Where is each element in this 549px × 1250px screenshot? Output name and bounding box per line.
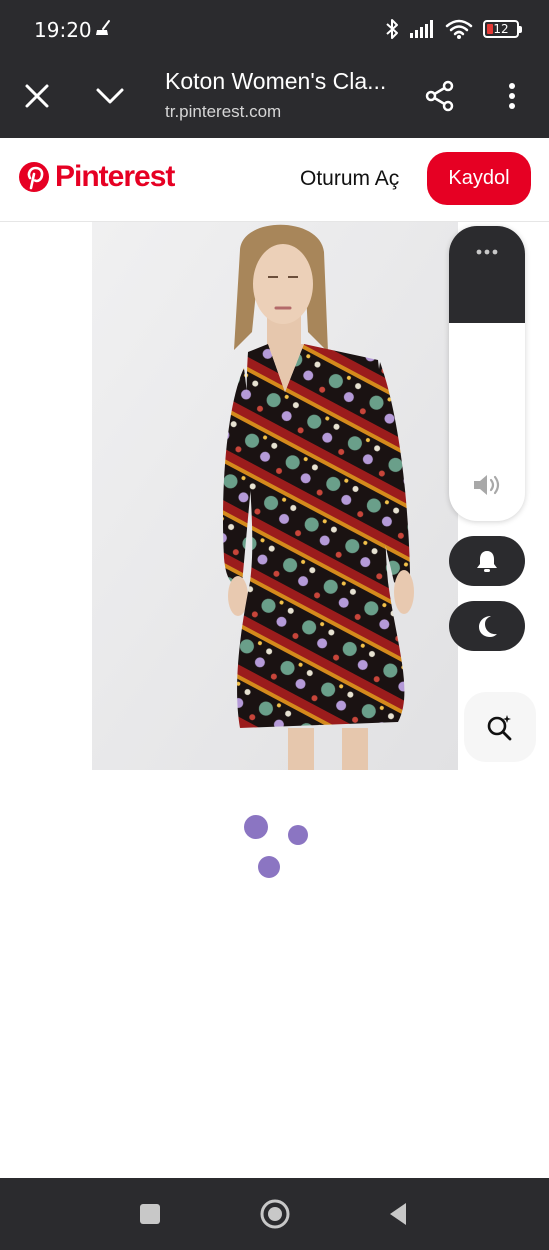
share-icon <box>425 80 454 112</box>
back-triangle-icon <box>390 1203 406 1225</box>
product-image[interactable] <box>92 222 458 770</box>
share-button[interactable] <box>418 74 462 118</box>
moon-icon <box>479 616 497 637</box>
broom-icon <box>96 20 110 35</box>
bell-icon <box>477 551 497 572</box>
page-title: Koton Women's Cla... <box>165 68 387 94</box>
battery-level: 12 <box>493 22 509 36</box>
pinterest-logo[interactable]: Pinterest <box>18 160 175 194</box>
dark-mode-button[interactable] <box>449 601 525 651</box>
back-button[interactable] <box>376 1192 420 1236</box>
status-icons: 12 <box>385 16 522 42</box>
more-options-button[interactable] <box>490 74 534 118</box>
wifi-icon <box>445 19 473 39</box>
more-vert-icon <box>509 83 515 109</box>
loading-dot <box>288 825 308 845</box>
page-url: tr.pinterest.com <box>165 102 282 121</box>
chevron-down-icon <box>96 88 124 104</box>
close-tab-button[interactable] <box>15 74 59 118</box>
volume-level-fill <box>449 226 525 323</box>
status-time: 19:20 <box>34 18 92 42</box>
minimize-button[interactable] <box>88 74 132 118</box>
volume-slider[interactable] <box>449 226 525 521</box>
ringer-button[interactable] <box>449 536 525 586</box>
visual-search-icon <box>487 715 512 741</box>
bluetooth-icon <box>386 19 398 39</box>
loading-dot <box>258 856 280 878</box>
battery-icon: 12 <box>483 20 522 38</box>
home-circle-icon <box>260 1199 290 1229</box>
system-nav-bar <box>0 1178 549 1250</box>
more-dots-icon[interactable] <box>475 248 499 256</box>
recents-square-icon <box>140 1204 160 1224</box>
login-link[interactable]: Oturum Aç <box>300 167 399 191</box>
close-icon <box>25 84 49 108</box>
signup-button[interactable]: Kaydol <box>427 152 531 205</box>
loading-indicator <box>240 810 320 880</box>
pinterest-header: Pinterest Oturum Aç Kaydol <box>0 138 549 222</box>
loading-dot <box>244 815 268 839</box>
pinterest-logo-icon <box>19 162 49 192</box>
visual-search-button[interactable] <box>464 692 536 762</box>
home-button[interactable] <box>253 1192 297 1236</box>
status-bar: 19:20 12 <box>0 0 549 58</box>
speaker-icon <box>474 475 500 495</box>
signal-icon <box>410 20 433 38</box>
browser-toolbar: Koton Women's Cla... tr.pinterest.com <box>0 58 549 138</box>
pinterest-wordmark: Pinterest <box>55 160 175 193</box>
battery-fill <box>487 24 493 34</box>
recents-button[interactable] <box>128 1192 172 1236</box>
